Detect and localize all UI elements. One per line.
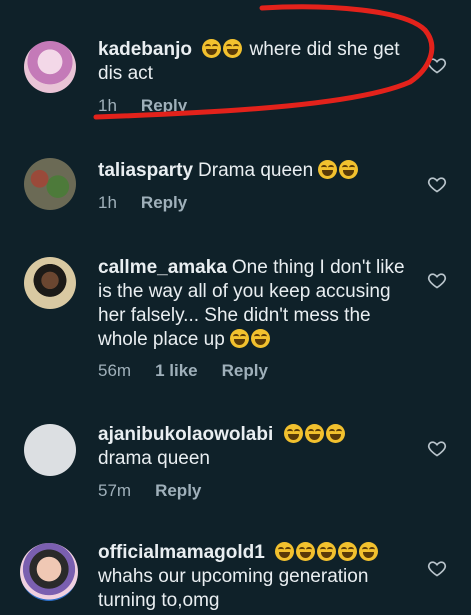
comment-message: whahs our upcoming generation turning to…	[98, 566, 369, 611]
heart-icon[interactable]	[427, 270, 447, 290]
comment-username[interactable]: kadebanjo	[98, 39, 192, 60]
comment-time: 1h	[98, 96, 117, 115]
comment-message: Drama queen	[198, 160, 314, 181]
comment-meta: 56m 1 like Reply	[98, 361, 268, 381]
laughing-emoji-icon	[339, 160, 359, 179]
laughing-emoji-icon	[251, 329, 271, 348]
heart-icon[interactable]	[427, 558, 447, 578]
comment-time: 57m	[98, 481, 132, 500]
laughing-emoji-icon	[223, 39, 243, 58]
laughing-emoji-icon	[359, 542, 379, 561]
comment-username[interactable]: ajanibukolaowolabi	[98, 424, 273, 445]
comment-text: kadebanjo where did she get dis act	[98, 38, 408, 86]
avatar[interactable]	[24, 158, 76, 210]
comment-meta: 57m Reply	[98, 481, 201, 501]
laughing-emoji-icon	[318, 160, 338, 179]
avatar[interactable]	[20, 543, 78, 601]
laughing-emoji-icon	[338, 542, 358, 561]
comment-meta: 1h Reply	[98, 96, 187, 116]
comment-time: 56m	[98, 361, 132, 380]
heart-icon[interactable]	[427, 174, 447, 194]
avatar[interactable]	[24, 424, 76, 476]
comment-username[interactable]: taliasparty	[98, 160, 193, 181]
avatar[interactable]	[24, 41, 76, 93]
laughing-emoji-icon	[304, 424, 324, 443]
laughing-emoji-icon	[317, 542, 337, 561]
laughing-emoji-icon	[202, 39, 222, 58]
reply-button[interactable]: Reply	[155, 481, 201, 501]
laughing-emoji-icon	[283, 424, 303, 443]
reply-button[interactable]: Reply	[141, 193, 187, 213]
comment-text: taliasparty Drama queen	[98, 159, 408, 183]
reply-button[interactable]: Reply	[222, 361, 268, 381]
laughing-emoji-icon	[230, 329, 250, 348]
laughing-emoji-icon	[275, 542, 295, 561]
reply-button[interactable]: Reply	[141, 96, 187, 116]
avatar[interactable]	[24, 257, 76, 309]
comment-message: drama queen	[98, 448, 210, 469]
likes-count[interactable]: 1 like	[155, 361, 198, 381]
laughing-emoji-icon	[296, 542, 316, 561]
comment-text: officialmamagold1 whahs our upcoming gen…	[98, 541, 408, 613]
comment-username[interactable]: callme_amaka	[98, 257, 227, 278]
comment-text: callme_amaka One thing I don't like is th…	[98, 256, 408, 352]
comment-meta: 1h Reply	[98, 193, 187, 213]
comment-time: 1h	[98, 193, 117, 212]
laughing-emoji-icon	[325, 424, 345, 443]
heart-icon[interactable]	[427, 55, 447, 75]
heart-icon[interactable]	[427, 438, 447, 458]
comment-username[interactable]: officialmamagold1	[98, 542, 265, 563]
comment-text: ajanibukolaowolabi drama queen	[98, 423, 408, 471]
